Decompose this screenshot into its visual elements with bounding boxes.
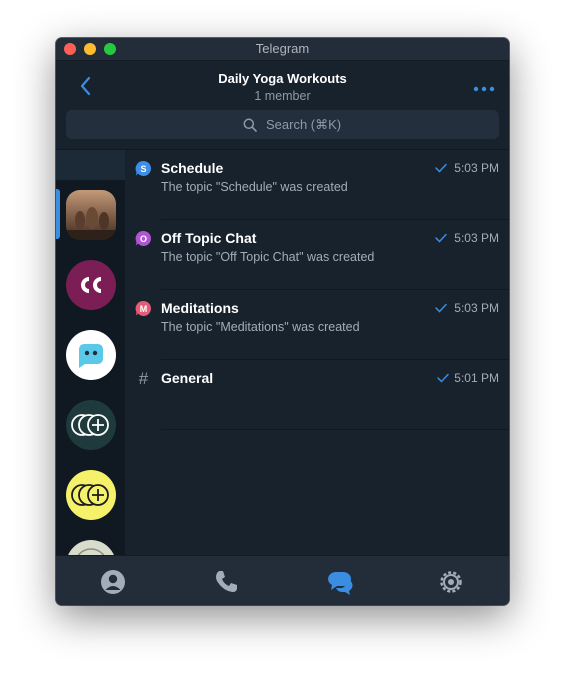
topic-time: 5:01 PM [454, 371, 499, 385]
topic-time: 5:03 PM [454, 231, 499, 245]
window-title: Telegram [255, 41, 310, 56]
bottom-tab-bar [56, 555, 509, 605]
topic-name: Meditations [161, 300, 239, 316]
read-check-icon [437, 373, 449, 383]
topic-row-off-topic-chat[interactable]: O Off Topic Chat The topic "Off Topic Ch… [125, 220, 509, 290]
search-input[interactable]: Search (⌘K) [66, 110, 499, 139]
topic-row-general[interactable]: # General 5:01 PM [125, 360, 509, 430]
chat-member-count: 1 member [254, 89, 311, 103]
circle-icon [77, 548, 105, 555]
cc-chat-avatar[interactable] [66, 260, 116, 310]
more-options-button[interactable] [472, 81, 496, 92]
topic-last-message: The topic "Meditations" was created [161, 320, 360, 334]
tab-settings[interactable] [437, 568, 465, 596]
svg-text:O: O [140, 234, 147, 244]
topic-time: 5:03 PM [454, 301, 499, 315]
more-dots-icon [473, 86, 495, 92]
topic-row-schedule[interactable]: S Schedule The topic "Schedule" was crea… [125, 150, 509, 220]
title-bar: Telegram [56, 38, 509, 61]
read-check-icon [435, 163, 447, 173]
phone-icon [216, 571, 237, 592]
hash-icon: # [139, 370, 149, 387]
cc-quote-icon [81, 277, 101, 293]
read-check-icon [435, 233, 447, 243]
svg-text:#: # [139, 370, 149, 387]
overlapping-circles-plus-icon [71, 414, 109, 436]
person-icon [101, 570, 125, 594]
topic-list: S Schedule The topic "Schedule" was crea… [125, 150, 509, 555]
topic-time: 5:03 PM [454, 161, 499, 175]
topic-bubble-icon: O [135, 230, 151, 246]
ghost-icon [79, 344, 103, 368]
search-placeholder: Search (⌘K) [266, 117, 342, 132]
circles-channel-avatar[interactable] [66, 400, 116, 450]
svg-text:M: M [140, 304, 148, 314]
topic-row-meditations[interactable]: M Meditations The topic "Meditations" wa… [125, 290, 509, 360]
topic-bubble-icon: S [135, 160, 151, 176]
yoga-photo-icon [66, 190, 116, 240]
folder-sidebar [56, 150, 125, 555]
ghost-bot-avatar[interactable] [66, 330, 116, 380]
topic-last-message: The topic "Schedule" was created [161, 180, 348, 194]
tab-contacts[interactable] [99, 568, 127, 596]
yoga-group-avatar[interactable] [66, 190, 116, 240]
partial-avatar[interactable] [66, 540, 116, 555]
chat-bubbles-icon [328, 572, 353, 595]
search-icon [243, 118, 257, 132]
circles-yellow-avatar[interactable] [66, 470, 116, 520]
overlapping-circles-plus-icon [71, 484, 109, 506]
tab-calls[interactable] [212, 568, 240, 596]
telegram-window: Telegram Daily Yoga Workouts 1 member Se… [56, 38, 509, 605]
chat-title[interactable]: Daily Yoga Workouts [56, 71, 509, 86]
read-check-icon [435, 303, 447, 313]
topic-name: Schedule [161, 160, 224, 176]
tab-chats[interactable] [325, 568, 353, 596]
topic-last-message: The topic "Off Topic Chat" was created [161, 250, 375, 264]
topic-name: Off Topic Chat [161, 230, 257, 246]
topic-bubble-icon: M [135, 300, 151, 316]
topic-name: General [161, 370, 214, 386]
gear-icon [440, 571, 462, 593]
svg-text:S: S [140, 164, 146, 174]
active-indicator [56, 189, 60, 239]
chat-header: Daily Yoga Workouts 1 member [56, 61, 509, 113]
